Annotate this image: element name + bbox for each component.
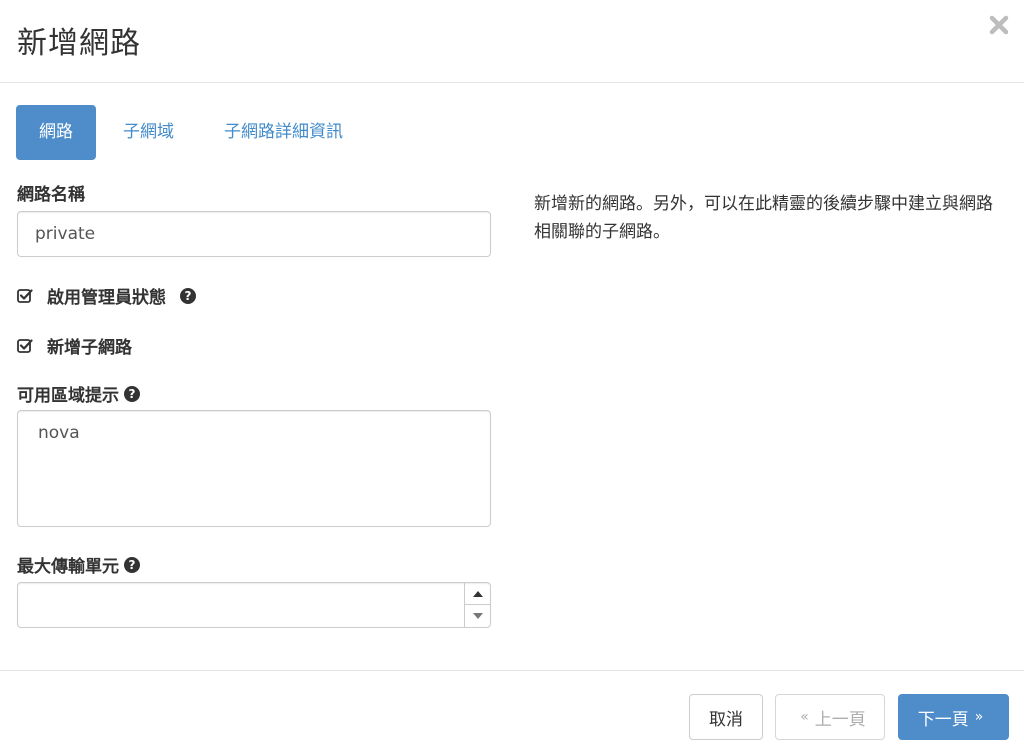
tab-subnet-details[interactable]: 子網路詳細資訊 (201, 105, 366, 160)
back-button[interactable]: « 上一頁 (775, 694, 885, 740)
help-description: 新增新的網路。另外，可以在此精靈的後續步驟中建立與網路相關聯的子網路。 (534, 194, 993, 242)
network-name-value: private (35, 224, 96, 244)
admin-state-label: 啟用管理員狀態 (47, 288, 166, 308)
network-name-label: 網路名稱 (17, 180, 85, 205)
check-square-icon[interactable] (17, 288, 33, 304)
check-square-icon[interactable] (17, 338, 33, 354)
next-button[interactable]: 下一頁 » (898, 694, 1009, 740)
caret-down-icon (472, 613, 483, 619)
az-hints-label-text: 可用區域提示 (17, 386, 119, 406)
az-hints-label: 可用區域提示 ? (17, 381, 140, 406)
back-button-label: 上一頁 (814, 709, 866, 730)
caret-up-icon (472, 590, 483, 597)
create-subnet-label: 新增子網路 (47, 338, 132, 358)
spinner-down-button[interactable] (465, 605, 490, 627)
network-name-input[interactable]: private (17, 211, 491, 257)
network-name-label-text: 網路名稱 (17, 185, 85, 205)
question-circle-icon[interactable]: ? (124, 556, 140, 573)
mtu-label: 最大傳輸單元 ? (17, 552, 140, 577)
mtu-number-input[interactable] (17, 582, 491, 628)
create-subnet-checkbox-row[interactable]: 新增子網路 (17, 333, 132, 358)
double-chevron-left-icon: « (800, 709, 809, 725)
admin-state-checkbox-row[interactable]: 啟用管理員狀態 ? (17, 283, 196, 308)
cancel-button-label: 取消 (709, 709, 743, 730)
modal-header: 新增網路 (0, 0, 1024, 83)
az-hints-value: nova (38, 423, 80, 443)
question-circle-icon[interactable]: ? (180, 287, 196, 304)
close-icon (989, 15, 1009, 35)
modal-footer: 取消 « 上一頁 下一頁 » (0, 670, 1024, 750)
az-hints-textarea[interactable]: nova (17, 410, 491, 527)
mtu-spinner (464, 583, 490, 627)
next-button-label: 下一頁 (917, 709, 969, 730)
wizard-tabs: 網路 子網域 子網路詳細資訊 (16, 105, 370, 160)
double-chevron-right-icon: » (974, 709, 984, 725)
modal-title: 新增網路 (17, 26, 141, 61)
spinner-up-button[interactable] (465, 583, 490, 605)
tab-subnet[interactable]: 子網域 (100, 105, 197, 160)
mtu-label-text: 最大傳輸單元 (17, 557, 119, 577)
close-button[interactable] (986, 12, 1012, 38)
question-circle-icon[interactable]: ? (124, 385, 140, 402)
cancel-button[interactable]: 取消 (689, 694, 763, 740)
tab-network[interactable]: 網路 (16, 105, 96, 160)
